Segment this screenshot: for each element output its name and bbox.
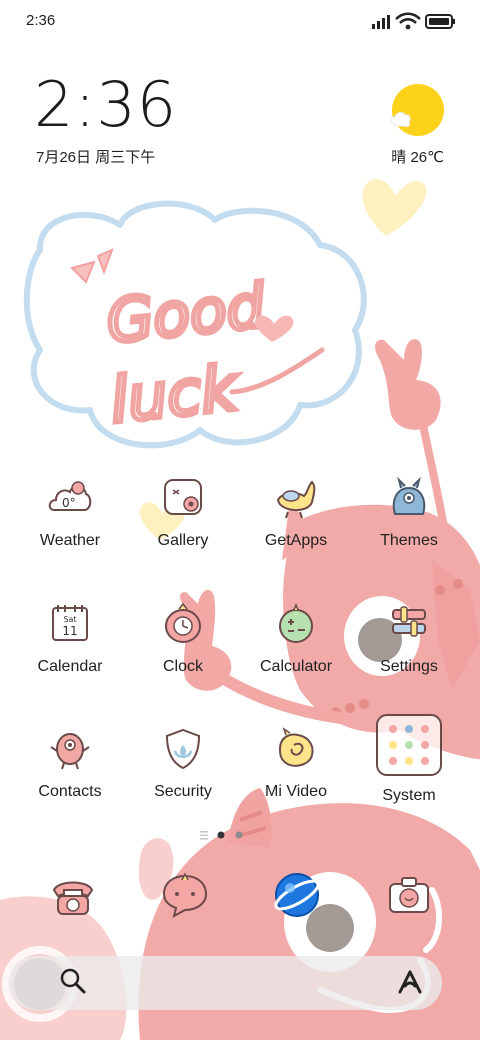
app-label-mi-video: Mi Video [265,783,327,800]
phone-icon [52,881,94,915]
clock-widget-date: 7月26日 周三下午 [36,149,156,166]
status-bar-time: 2:36 [26,12,56,29]
sun-cloud-icon[interactable] [388,84,444,140]
app-label-clock: Clock [162,658,203,675]
themes-monster-icon [392,476,426,515]
app-label-system: System [382,787,436,804]
calendar-icon-day-name: Sat [63,615,76,624]
status-bar-icons [372,12,455,30]
weather-icon-temp: 0° [62,496,76,510]
messages-icon [162,872,208,918]
app-calendar[interactable]: Sat 11 Calendar [14,602,126,712]
page-indicator[interactable] [198,828,282,842]
clock-widget-time[interactable]: 2:36 [34,74,177,136]
calculator-icon [279,602,313,643]
dock-camera[interactable] [384,870,434,920]
app-label-calendar: Calendar [37,658,103,675]
search-icon[interactable] [58,966,88,996]
app-getapps[interactable]: GetApps [240,476,352,586]
app-label-weather: Weather [39,532,101,549]
system-folder-icon [376,714,442,776]
assistant-icon[interactable] [394,966,426,998]
page-list-icon [200,831,208,840]
signal-icon [372,15,390,29]
weather-widget-text: 晴 26℃ [391,149,444,166]
page-dot [235,831,243,839]
calendar-icon: Sat 11 [52,605,88,641]
wifi-icon [395,12,421,30]
svg-text:Good: Good [103,271,268,357]
app-label-contacts: Contacts [38,783,102,800]
app-label-calculator: Calculator [259,658,333,675]
browser-icon [274,873,320,917]
app-label-settings: Settings [380,658,438,675]
app-calculator[interactable]: Calculator [240,602,352,712]
camera-icon [389,877,429,913]
svg-text:luck: luck [107,351,243,437]
dock-messages[interactable] [160,870,210,920]
dock-phone[interactable] [48,870,98,920]
app-label-security: Security [154,783,212,800]
app-weather[interactable]: 0° Weather [14,476,126,586]
app-system-folder[interactable]: System [353,713,465,823]
app-themes[interactable]: Themes [353,476,465,586]
contacts-monster-icon [50,733,90,770]
security-shield-icon [165,728,201,770]
getapps-bird-icon [276,480,316,519]
app-contacts[interactable]: Contacts [14,727,126,837]
app-settings[interactable]: Settings [353,602,465,712]
dock-browser[interactable] [272,870,322,920]
calendar-icon-day-number: 11 [62,624,77,638]
app-label-gallery: Gallery [157,532,209,549]
app-label-getapps: GetApps [264,532,328,549]
app-security[interactable]: Security [127,727,239,837]
gallery-camera-icon [164,479,202,515]
app-label-themes: Themes [380,532,438,549]
settings-icon [392,606,426,637]
app-mi-video[interactable]: Mi Video [240,727,352,837]
clock-monster-icon [165,602,201,643]
battery-icon [425,14,455,29]
app-gallery[interactable]: Gallery [127,476,239,586]
app-clock[interactable]: Clock [127,602,239,712]
weather-cloud-icon: 0° [48,481,92,511]
mi-video-icon [278,727,314,767]
page-dot-active [217,831,225,839]
